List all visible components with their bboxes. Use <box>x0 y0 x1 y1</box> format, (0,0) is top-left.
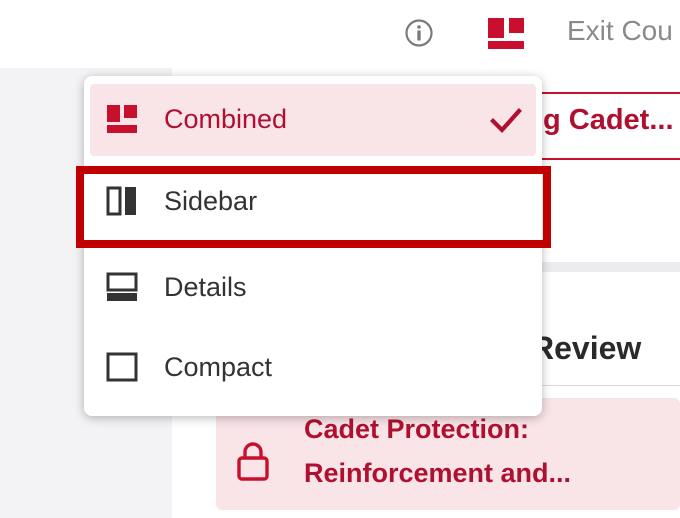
protection-title-line2: Reinforcement and... <box>304 458 572 488</box>
menu-item-combined[interactable]: Combined <box>90 84 536 156</box>
cadet-card-title: g Cadet... <box>543 104 674 136</box>
menu-item-compact[interactable]: Compact <box>90 332 536 404</box>
exit-course-link[interactable]: Exit Cou <box>567 15 673 47</box>
lock-icon <box>237 442 269 481</box>
top-header: Exit Cou <box>0 0 680 68</box>
details-layout-icon <box>106 272 138 301</box>
protection-title-line1: Cadet Protection: <box>304 414 530 444</box>
sidebar-highlight-box <box>76 166 551 248</box>
combined-layout-icon <box>107 105 137 133</box>
menu-item-label: Details <box>164 272 247 302</box>
review-title: Review <box>531 330 642 366</box>
menu-item-label: Combined <box>164 104 288 134</box>
menu-item-label: Compact <box>164 352 273 382</box>
menu-item-details[interactable]: Details <box>90 252 536 324</box>
checkmark-icon <box>490 108 522 134</box>
combined-layout-icon[interactable] <box>485 16 527 50</box>
info-icon[interactable] <box>404 18 434 48</box>
app-root: Exit Cou g Cadet... Review Cadet Protect… <box>0 0 680 518</box>
compact-layout-icon <box>106 352 138 382</box>
